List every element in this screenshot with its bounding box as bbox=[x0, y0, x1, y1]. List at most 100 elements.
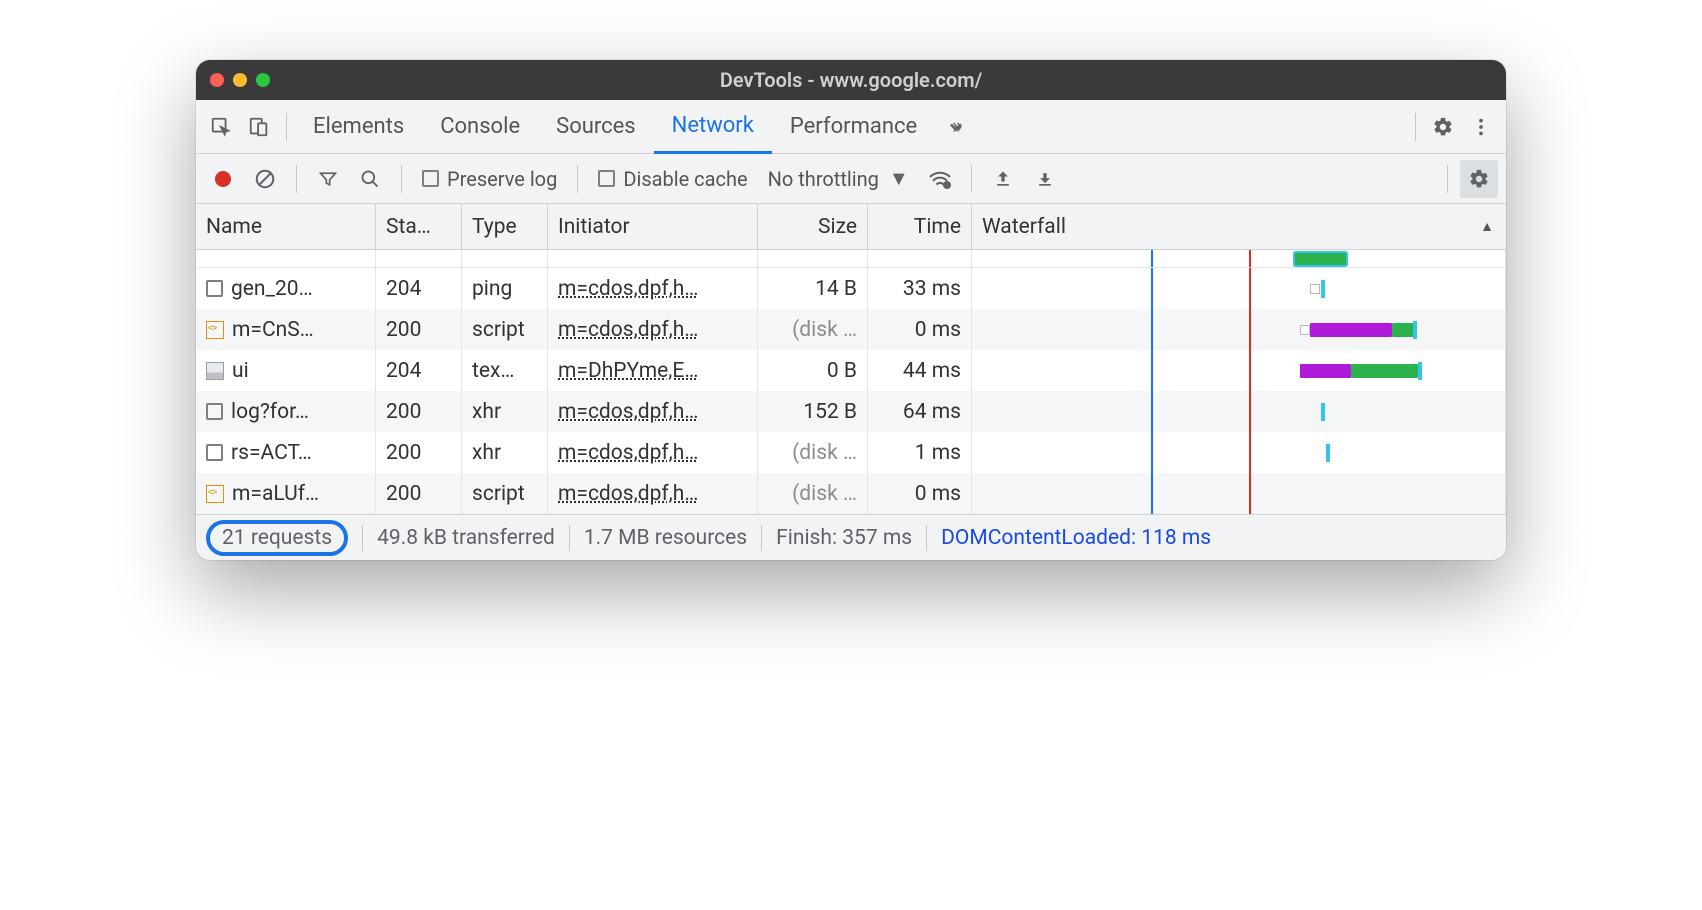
tab-network[interactable]: Network bbox=[654, 100, 772, 154]
tab-console[interactable]: Console bbox=[422, 100, 538, 154]
script-file-icon bbox=[206, 485, 224, 503]
initiator-link[interactable]: m=cdos,dpf,h… bbox=[558, 482, 698, 506]
device-toolbar-icon[interactable] bbox=[240, 108, 278, 146]
initiator-link[interactable]: m=DhPYme,E… bbox=[558, 359, 698, 383]
waterfall-cell bbox=[982, 268, 1495, 309]
disable-cache-label: Disable cache bbox=[623, 167, 747, 191]
initiator-link[interactable]: m=cdos,dpf,h… bbox=[558, 400, 698, 424]
disable-cache-checkbox[interactable]: Disable cache bbox=[590, 167, 755, 191]
divider bbox=[362, 525, 363, 551]
window-title: DevTools - www.google.com/ bbox=[196, 68, 1506, 92]
preserve-log-checkbox[interactable]: Preserve log bbox=[414, 167, 565, 191]
table-row[interactable]: log?for… 200 xhr m=cdos,dpf,h… 152 B 64 ms bbox=[196, 391, 1506, 432]
col-status[interactable]: Sta… bbox=[376, 204, 462, 249]
finish-time: Finish: 357 ms bbox=[776, 526, 912, 550]
network-table: Name Sta… Type Initiator Size Time Water… bbox=[196, 204, 1506, 514]
document-file-icon bbox=[206, 403, 223, 420]
table-row[interactable]: m=aLUf…200scriptm=cdos,dpf,h…(disk …0 ms bbox=[196, 473, 1506, 514]
download-har-icon[interactable] bbox=[1026, 160, 1064, 198]
divider bbox=[1415, 113, 1416, 141]
col-initiator[interactable]: Initiator bbox=[548, 204, 758, 249]
main-tabbar: Elements Console Sources Network Perform… bbox=[196, 100, 1506, 154]
divider bbox=[286, 113, 287, 141]
request-time: 33 ms bbox=[903, 277, 961, 301]
col-waterfall-label: Waterfall bbox=[982, 215, 1066, 239]
waterfall-cell bbox=[982, 391, 1495, 432]
status-code: 200 bbox=[386, 400, 421, 424]
settings-icon[interactable] bbox=[1424, 108, 1462, 146]
preserve-log-label: Preserve log bbox=[447, 167, 557, 191]
divider bbox=[569, 525, 570, 551]
waterfall-cell bbox=[982, 473, 1495, 514]
network-settings-icon[interactable] bbox=[1460, 160, 1498, 198]
search-icon[interactable] bbox=[351, 160, 389, 198]
table-row[interactable]: ui 204 tex… m=DhPYme,E… 0 B 44 ms bbox=[196, 350, 1506, 391]
tab-sources[interactable]: Sources bbox=[538, 100, 654, 154]
request-size: 152 B bbox=[803, 400, 857, 424]
kebab-menu-icon[interactable] bbox=[1462, 108, 1500, 146]
col-waterfall[interactable]: Waterfall ▲ bbox=[972, 204, 1506, 249]
table-row[interactable]: rs=ACT…200xhrm=cdos,dpf,h…(disk …1 ms bbox=[196, 432, 1506, 473]
initiator-link[interactable]: m=cdos,dpf,h… bbox=[558, 441, 698, 465]
status-bar: 21 requests 49.8 kB transferred 1.7 MB r… bbox=[196, 514, 1506, 560]
col-time[interactable]: Time bbox=[868, 204, 972, 249]
table-header: Name Sta… Type Initiator Size Time Water… bbox=[196, 204, 1506, 250]
request-type: script bbox=[472, 318, 525, 342]
table-row[interactable]: m=CnS…200scriptm=cdos,dpf,h…(disk …0 ms bbox=[196, 309, 1506, 350]
request-time: 44 ms bbox=[903, 359, 961, 383]
throttling-label: No throttling bbox=[768, 167, 879, 191]
record-button[interactable] bbox=[204, 160, 242, 198]
request-size: (disk … bbox=[792, 441, 857, 465]
status-code: 200 bbox=[386, 482, 421, 506]
col-size[interactable]: Size bbox=[758, 204, 868, 249]
request-name: gen_20… bbox=[231, 277, 313, 301]
network-toolbar: Preserve log Disable cache No throttling… bbox=[196, 154, 1506, 204]
waterfall-cell bbox=[982, 309, 1495, 350]
request-size: (disk … bbox=[792, 318, 857, 342]
throttling-select[interactable]: No throttling ▼ bbox=[760, 166, 917, 191]
domcontentloaded-time: DOMContentLoaded: 118 ms bbox=[941, 526, 1211, 550]
request-name: ui bbox=[232, 359, 249, 383]
table-row[interactable]: gen_20…204pingm=cdos,dpf,h…14 B33 ms bbox=[196, 268, 1506, 309]
filter-icon[interactable] bbox=[309, 160, 347, 198]
request-type: script bbox=[472, 482, 525, 506]
inspect-element-icon[interactable] bbox=[202, 108, 240, 146]
titlebar: DevTools - www.google.com/ bbox=[196, 60, 1506, 100]
sort-indicator-icon: ▲ bbox=[1480, 218, 1494, 235]
request-time: 1 ms bbox=[915, 441, 961, 465]
timeline-overview[interactable] bbox=[196, 250, 1506, 268]
document-file-icon bbox=[206, 280, 223, 297]
status-code: 204 bbox=[386, 359, 421, 383]
resources-size: 1.7 MB resources bbox=[584, 526, 747, 550]
request-size: 0 B bbox=[827, 359, 857, 383]
divider bbox=[577, 165, 578, 193]
tab-performance[interactable]: Performance bbox=[772, 100, 935, 154]
more-tabs-icon[interactable]: » bbox=[935, 108, 973, 146]
image-file-icon bbox=[206, 362, 224, 380]
tab-elements[interactable]: Elements bbox=[295, 100, 422, 154]
request-size: 14 B bbox=[815, 277, 857, 301]
request-size: (disk … bbox=[792, 482, 857, 506]
divider bbox=[971, 165, 972, 193]
devtools-window: DevTools - www.google.com/ Elements Cons… bbox=[196, 60, 1506, 560]
status-code: 200 bbox=[386, 318, 421, 342]
checkbox-icon bbox=[598, 170, 615, 187]
request-name: log?for… bbox=[231, 400, 309, 424]
request-type: xhr bbox=[472, 400, 501, 424]
checkbox-icon bbox=[422, 170, 439, 187]
clear-button[interactable] bbox=[246, 160, 284, 198]
network-conditions-icon[interactable] bbox=[921, 160, 959, 198]
initiator-link[interactable]: m=cdos,dpf,h… bbox=[558, 318, 698, 342]
waterfall-cell bbox=[982, 432, 1495, 473]
request-time: 64 ms bbox=[903, 400, 961, 424]
col-type[interactable]: Type bbox=[462, 204, 548, 249]
divider bbox=[926, 525, 927, 551]
status-code: 200 bbox=[386, 441, 421, 465]
col-name[interactable]: Name bbox=[196, 204, 376, 249]
request-type: tex… bbox=[472, 359, 514, 383]
upload-har-icon[interactable] bbox=[984, 160, 1022, 198]
request-time: 0 ms bbox=[915, 318, 961, 342]
waterfall-cell bbox=[982, 350, 1495, 391]
initiator-link[interactable]: m=cdos,dpf,h… bbox=[558, 277, 698, 301]
divider bbox=[761, 525, 762, 551]
